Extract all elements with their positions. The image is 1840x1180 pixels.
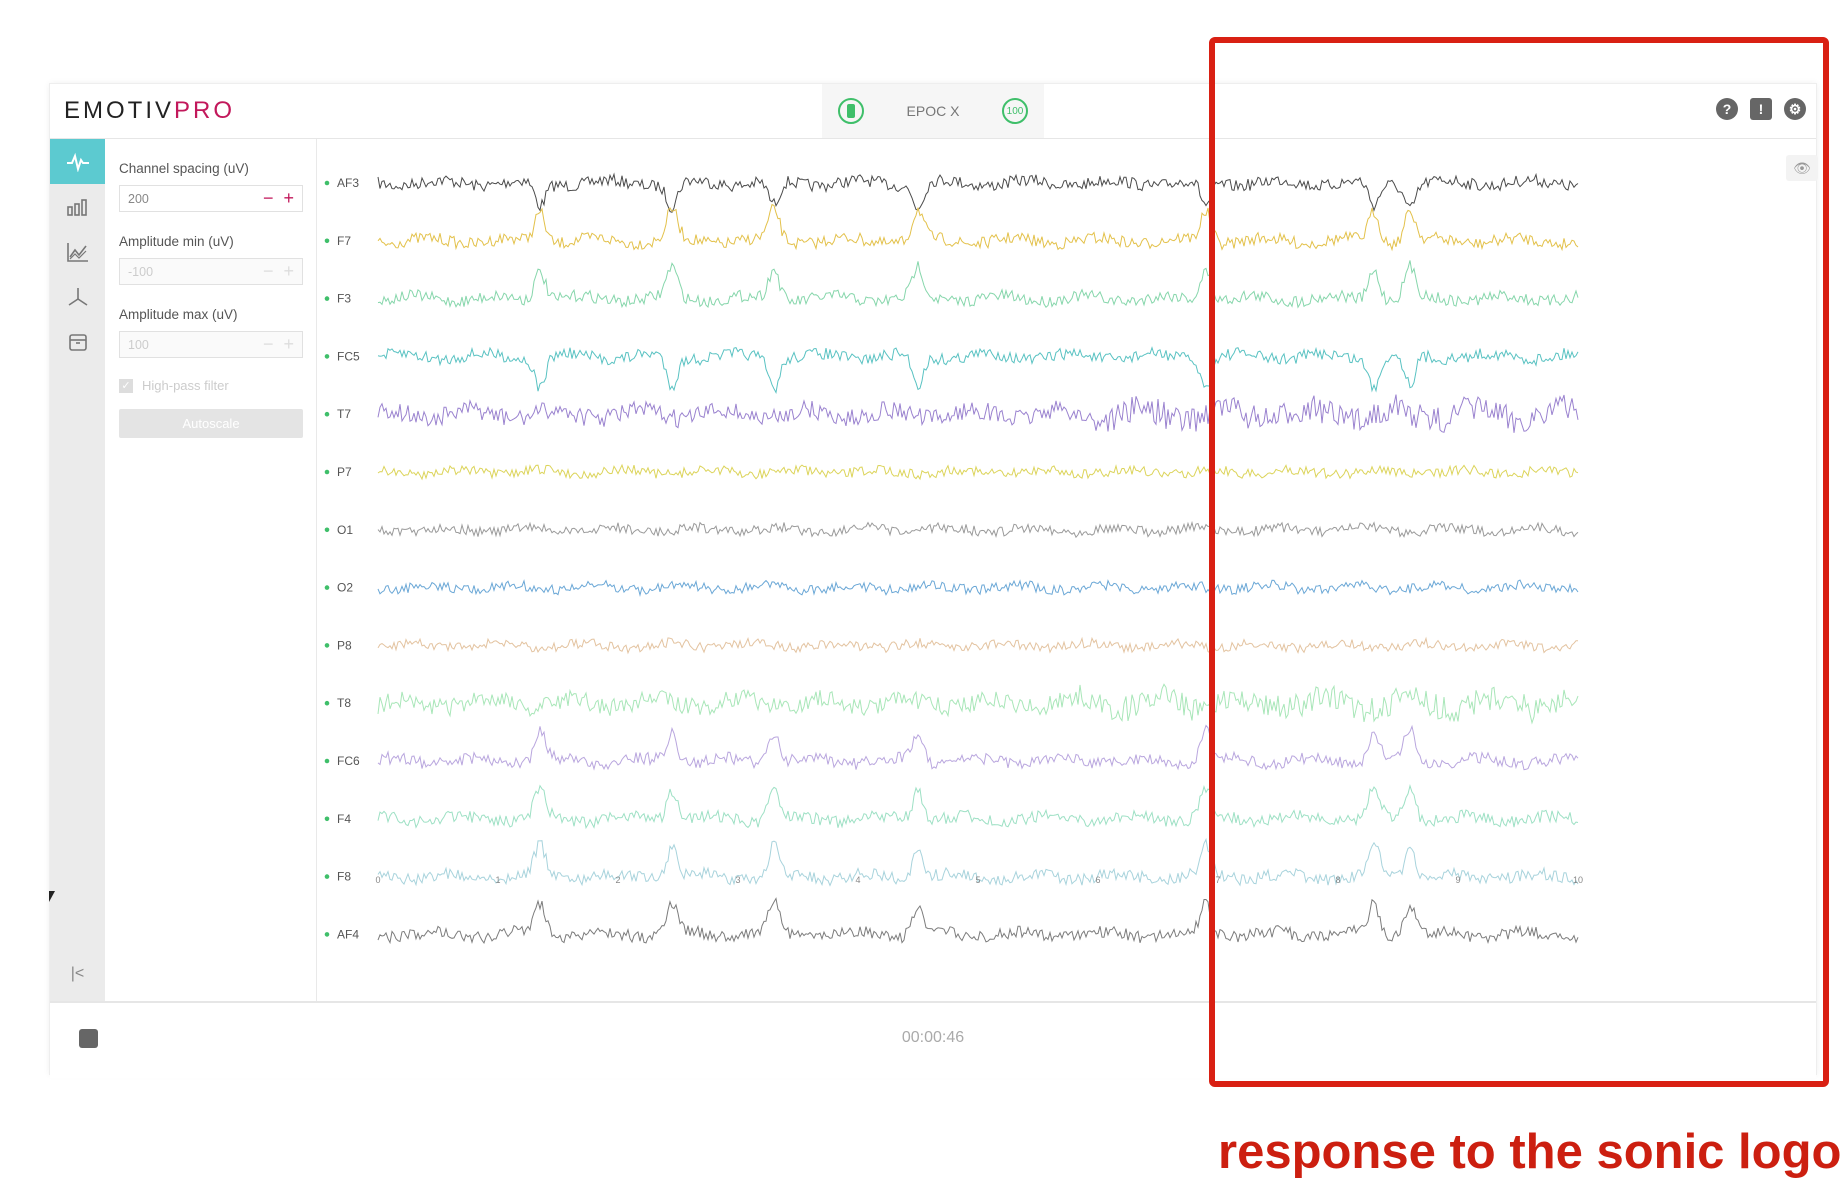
- x-tick-label: 1: [495, 875, 500, 885]
- amplitude-max-value: 100: [128, 337, 149, 352]
- amplitude-min-label: Amplitude min (uV): [119, 234, 234, 249]
- channel-dot: [324, 932, 330, 937]
- channel-dot: [324, 180, 330, 186]
- x-tick-label: 6: [1095, 875, 1100, 885]
- decrement-icon: −: [262, 334, 274, 354]
- channel-dot: [324, 816, 330, 822]
- mouse-cursor-icon: [49, 891, 55, 902]
- signal-value: 100: [1006, 105, 1024, 117]
- settings-panel: Channel spacing (uV) 200 − + Amplitude mi…: [105, 139, 317, 1001]
- channel-dot: [324, 238, 330, 244]
- decrement-icon: −: [262, 261, 274, 281]
- channel-label[interactable]: T7: [337, 407, 351, 421]
- sidebar: |<: [50, 139, 105, 1001]
- channel-dot: [324, 469, 330, 475]
- channel-dot: [324, 874, 330, 879]
- checkbox-check-icon: ✓: [119, 378, 133, 393]
- channel-label[interactable]: F8: [337, 870, 351, 884]
- autoscale-button: Autoscale: [119, 409, 303, 438]
- channel-dot: [324, 296, 330, 301]
- channel-dot: [324, 700, 330, 706]
- waveform-icon: [66, 152, 89, 172]
- channel-spacing-label: Channel spacing (uV): [119, 161, 249, 176]
- channel-label[interactable]: O1: [337, 523, 353, 537]
- battery-icon: [838, 98, 864, 124]
- x-tick-label: 5: [975, 875, 980, 885]
- annotation-text: response to the sonic logo: [1218, 1125, 1840, 1179]
- archive-icon: [68, 333, 87, 351]
- channel-label[interactable]: F3: [337, 292, 351, 306]
- collapse-label: |<: [70, 965, 85, 982]
- channel-dot: [324, 585, 330, 590]
- sidebar-item-axes[interactable]: [50, 274, 105, 319]
- channel-label[interactable]: P8: [337, 638, 352, 652]
- high-pass-filter-label: High-pass filter: [142, 378, 229, 393]
- sidebar-item-linechart[interactable]: [50, 229, 105, 274]
- app-logo: EMOTIVPRO: [64, 97, 235, 125]
- axes-icon: [68, 287, 87, 306]
- bar-chart-icon: [66, 198, 87, 216]
- channel-dot: [324, 527, 330, 533]
- channel-label[interactable]: F4: [337, 812, 351, 826]
- channel-label[interactable]: P7: [337, 465, 352, 479]
- device-name: EPOC X: [906, 103, 960, 119]
- logo-main: EMOTIV: [64, 97, 175, 124]
- increment-icon: +: [283, 334, 294, 354]
- channel-label[interactable]: FC5: [337, 349, 360, 363]
- x-tick-label: 4: [855, 875, 860, 885]
- channel-label[interactable]: AF4: [337, 927, 359, 941]
- decrement-icon[interactable]: −: [263, 188, 274, 209]
- logo-pro: PRO: [174, 97, 236, 124]
- x-tick-label: 3: [735, 875, 740, 885]
- x-tick-label: 0: [375, 875, 380, 885]
- channel-dot: [324, 354, 330, 359]
- channel-spacing-value[interactable]: 200: [128, 192, 149, 206]
- channel-label[interactable]: FC6: [337, 754, 360, 768]
- signal-quality-icon: 100: [1002, 98, 1028, 124]
- channel-dot: [324, 758, 330, 764]
- amplitude-min-value: -100: [128, 264, 154, 279]
- channel-label[interactable]: O2: [337, 581, 353, 595]
- sidebar-item-bars[interactable]: [50, 184, 105, 229]
- channel-dot: [324, 411, 330, 417]
- channel-label[interactable]: T8: [337, 696, 351, 710]
- line-chart-icon: [66, 242, 88, 262]
- channel-label[interactable]: F7: [337, 234, 351, 248]
- amplitude-max-stepper: 100 − +: [119, 331, 303, 358]
- sidebar-item-archive[interactable]: [50, 319, 105, 364]
- channel-dot: [324, 643, 330, 648]
- increment-icon[interactable]: +: [283, 188, 294, 209]
- increment-icon: +: [283, 261, 294, 281]
- channel-label[interactable]: AF3: [337, 176, 359, 190]
- channel-spacing-stepper[interactable]: 200 − +: [119, 185, 303, 212]
- x-tick-label: 2: [615, 875, 620, 885]
- high-pass-filter-checkbox: ✓ High-pass filter: [119, 378, 302, 393]
- sidebar-item-waveform[interactable]: [50, 139, 105, 184]
- amplitude-min-stepper: -100 − +: [119, 258, 303, 285]
- device-status[interactable]: EPOC X 100: [822, 84, 1044, 138]
- amplitude-max-label: Amplitude max (uV): [119, 307, 238, 322]
- highlight-box: [1209, 37, 1829, 1087]
- collapse-left-icon[interactable]: |<: [50, 965, 105, 983]
